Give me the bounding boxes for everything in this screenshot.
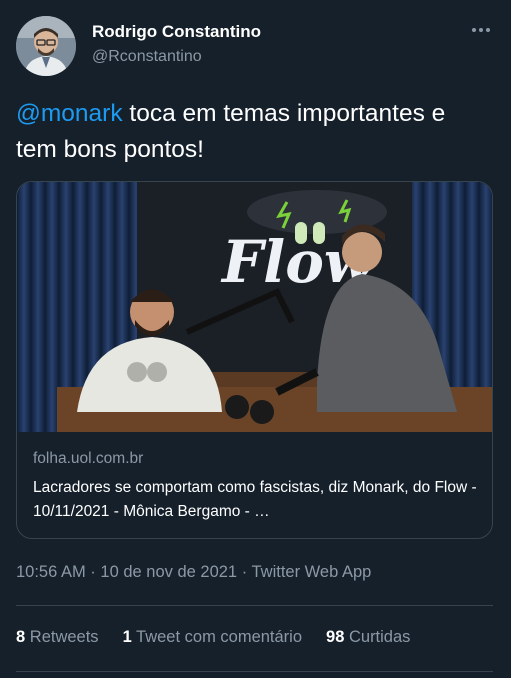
likes-count: 98 — [326, 628, 345, 646]
divider — [16, 605, 493, 606]
tweet-date[interactable]: 10 de nov de 2021 — [100, 563, 237, 581]
retweets-count: 8 — [16, 628, 26, 646]
author-display-name[interactable]: Rodrigo Constantino — [92, 22, 261, 42]
card-domain: folha.uol.com.br — [33, 450, 144, 467]
likes-label: Curtidas — [344, 628, 411, 646]
more-horizontal-icon — [472, 28, 476, 32]
retweets-stat[interactable]: 8 Retweets — [16, 628, 99, 647]
meta-separator: · — [237, 563, 252, 581]
more-options-button[interactable] — [468, 20, 494, 40]
quotes-label: Tweet com comentário — [131, 628, 303, 646]
author-avatar[interactable] — [16, 16, 76, 76]
mention-link[interactable]: @monark — [16, 100, 123, 127]
tweet-metadata: 10:56 AM · 10 de nov de 2021 · Twitter W… — [16, 563, 371, 582]
tweet-text: @monark toca em temas importantes e tem … — [16, 96, 486, 168]
tweet: Rodrigo Constantino @Rconstantino @monar… — [0, 0, 511, 678]
tweet-time[interactable]: 10:56 AM — [16, 563, 86, 581]
card-image: Flow — [17, 182, 492, 432]
author-handle[interactable]: @Rconstantino — [92, 48, 202, 66]
tweet-source[interactable]: Twitter Web App — [251, 563, 371, 581]
quote-tweets-stat[interactable]: 1 Tweet com comentário — [123, 628, 302, 647]
tweet-stats: 8 Retweets 1 Tweet com comentário 98 Cur… — [16, 628, 410, 647]
link-card[interactable]: Flow folha.uol.com.br Lacradores se comp… — [16, 181, 493, 539]
divider — [16, 671, 493, 672]
likes-stat[interactable]: 98 Curtidas — [326, 628, 410, 647]
card-title: Lacradores se comportam como fascistas, … — [33, 479, 477, 520]
retweets-label: Retweets — [25, 628, 99, 646]
meta-separator: · — [85, 563, 101, 581]
quotes-count: 1 — [122, 628, 132, 646]
